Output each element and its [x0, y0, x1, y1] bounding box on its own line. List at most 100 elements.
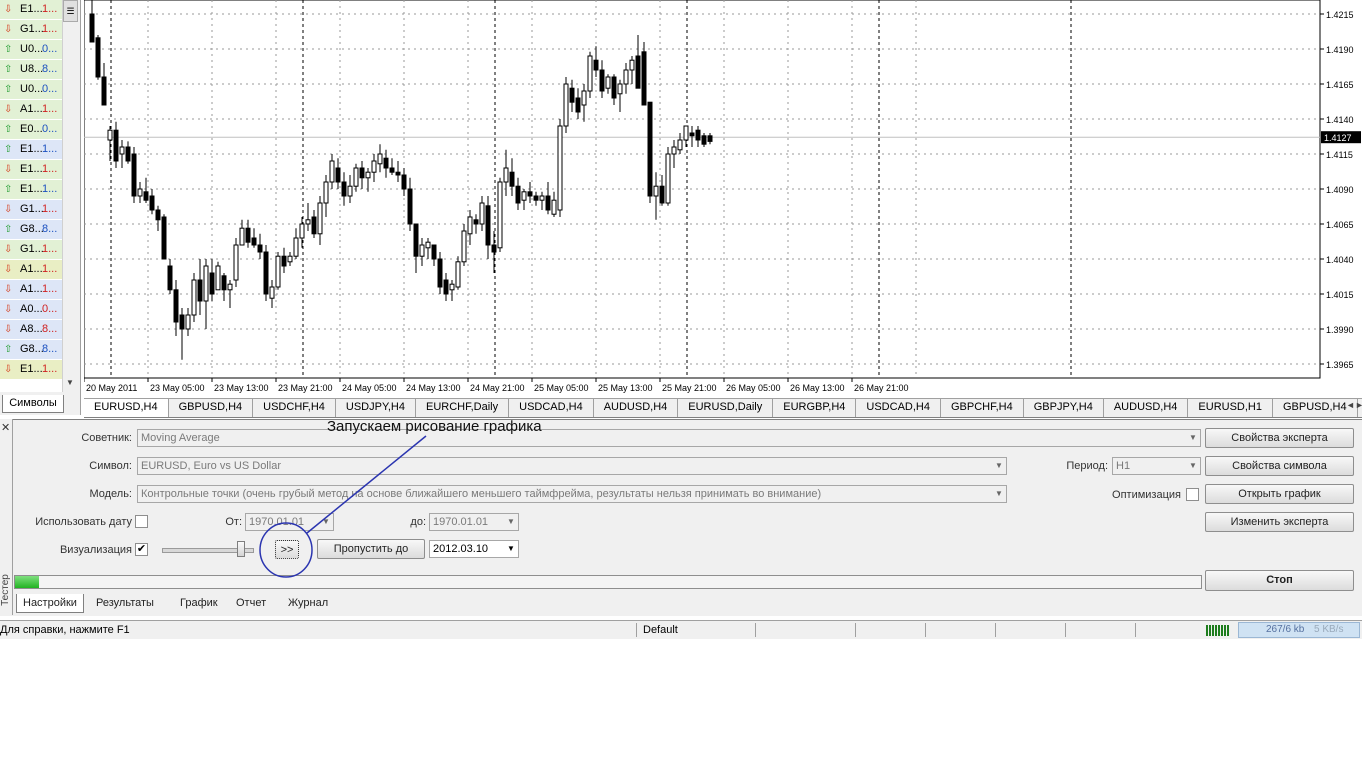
to-date-field[interactable]: 1970.01.01 ▼ — [429, 513, 519, 531]
visualization-label: Визуализация — [59, 544, 132, 556]
modify-expert-button[interactable]: Изменить эксперта — [1205, 512, 1354, 532]
arrow-down-icon: ⇩ — [4, 244, 13, 255]
symbol-name: G1... — [20, 23, 44, 35]
chart-tabs-bar: EURUSD,H4 GBPUSD,H4 USDCHF,H4 USDJPY,H4 EURC… — [84, 398, 1362, 418]
period-select[interactable]: H1 ▼ — [1112, 457, 1201, 475]
market-watch-row[interactable]: ⇩ E1... 1... — [0, 160, 62, 180]
to-value: 1970.01.01 — [433, 516, 489, 528]
market-watch-row[interactable]: ⇧ U0... 0... — [0, 80, 62, 100]
arrow-down-icon: ⇩ — [4, 4, 13, 15]
scroll-down-icon[interactable]: ▼ — [66, 378, 74, 387]
market-watch-row[interactable]: ⇩ E1... 1... — [0, 0, 62, 20]
scroll-thumb[interactable]: ☰ — [63, 0, 78, 22]
market-watch-row[interactable]: ⇩ G1... 1... — [0, 200, 62, 220]
candle-body — [551, 199, 557, 215]
optimization-label: Оптимизация — [1112, 489, 1181, 501]
candle-body — [263, 251, 269, 295]
tester-tab[interactable]: График — [174, 594, 224, 612]
candle-body — [497, 181, 503, 249]
candle-body — [131, 153, 137, 197]
market-watch-row[interactable]: ⇧ G8... 8... — [0, 340, 62, 360]
chart-tab[interactable]: USDCAD,H4 — [856, 399, 941, 417]
tester-tab[interactable]: Журнал — [282, 594, 334, 612]
tabs-scroll-left-icon[interactable]: ◄ — [1346, 400, 1355, 410]
candle-body — [155, 209, 161, 221]
candle-body — [503, 167, 509, 183]
symbol-properties-button[interactable]: Свойства символа — [1205, 456, 1354, 476]
market-watch-scrollbar[interactable]: ☰ ▼ — [62, 0, 79, 392]
chart-tab[interactable]: AUDUSD,H4 — [1104, 399, 1189, 417]
chart-tab[interactable]: GBPUSD,H4 — [169, 399, 254, 417]
chart-tab[interactable]: EURUSD,H1 — [1188, 399, 1273, 417]
tabs-scroll-right-icon[interactable]: ► — [1355, 400, 1364, 410]
arrow-down-icon: ⇩ — [4, 284, 13, 295]
market-watch-row[interactable]: ⇧ U8... 8... — [0, 60, 62, 80]
market-watch-row[interactable]: ⇩ A1... 1... — [0, 280, 62, 300]
status-divider — [755, 623, 756, 637]
market-watch-row[interactable]: ⇩ A8... 8... — [0, 320, 62, 340]
time-label: 26 May 05:00 — [726, 383, 781, 393]
candle-body — [317, 202, 323, 235]
close-icon[interactable]: ✕ — [1, 421, 10, 434]
market-watch-row[interactable]: ⇧ E1... 1... — [0, 140, 62, 160]
candle-body — [353, 167, 359, 187]
tester-tab[interactable]: Настройки — [16, 594, 84, 613]
price-label: 1.4165 — [1326, 80, 1354, 90]
tester-tab[interactable]: Отчет — [230, 594, 272, 612]
symbol-bid: 1... — [42, 283, 58, 295]
candle-body — [113, 129, 119, 162]
market-watch-list: ⇩ E1... 1... ⇩ G1... 1... ⇧ U0... 0... ⇧ U8... 8...… — [0, 0, 62, 392]
expert-properties-button[interactable]: Свойства эксперта — [1205, 428, 1354, 448]
candle-body — [203, 265, 209, 302]
chart-tab[interactable]: EURUSD,H4 — [84, 399, 169, 417]
chart-tab[interactable]: USDCHF,H4 — [253, 399, 336, 417]
candle-body — [629, 59, 635, 71]
chart-tab[interactable]: USDCAD,H4 — [509, 399, 594, 417]
annotation-arrow-line — [306, 435, 427, 534]
candle-body — [221, 275, 227, 291]
open-chart-button[interactable]: Открыть график — [1205, 484, 1354, 504]
skip-date-field[interactable]: 2012.03.10 ▼ — [429, 540, 519, 558]
arrow-up-icon: ⇧ — [4, 124, 13, 135]
market-watch-row[interactable]: ⇩ A1... 1... — [0, 260, 62, 280]
chart-tab[interactable]: GBPJPY,H4 — [1024, 399, 1104, 417]
tab-symbols[interactable]: Символы — [2, 395, 64, 413]
market-watch-row[interactable]: ⇧ E0... 0... — [0, 120, 62, 140]
candle-body — [119, 146, 125, 155]
market-watch-row[interactable]: ⇩ A0... 0... — [0, 300, 62, 320]
price-chart[interactable]: 1.4215 1.4190 1.4165 1.4140 1.4115 1.4090 1.40… — [84, 0, 1362, 396]
symbol-bid: 1... — [42, 103, 58, 115]
chart-tab[interactable]: EURUSD,Daily — [678, 399, 774, 417]
market-watch-row[interactable]: ⇩ E1... 1... — [0, 360, 62, 380]
market-watch-row[interactable]: ⇩ A1... 1... — [0, 100, 62, 120]
market-watch-row[interactable]: ⇧ G8... 8... — [0, 220, 62, 240]
candle-body — [341, 181, 347, 197]
chart-tab[interactable]: USDJPY,H4 — [336, 399, 416, 417]
visualization-checkbox[interactable]: ✔ — [135, 543, 148, 556]
market-watch-row[interactable]: ⇧ E1... 1... — [0, 180, 62, 200]
candle-body — [599, 69, 605, 92]
candle-body — [461, 230, 467, 263]
chart-tab[interactable]: GBPUSD,H4 — [1273, 399, 1358, 417]
speed-slider-thumb[interactable] — [237, 541, 245, 557]
time-label: 20 May 2011 — [86, 383, 137, 393]
skip-date-value: 2012.03.10 — [433, 543, 489, 555]
candle-body — [593, 59, 599, 71]
stop-button[interactable]: Стоп — [1205, 570, 1354, 591]
market-watch-row[interactable]: ⇧ U0... 0... — [0, 40, 62, 60]
candle-body — [335, 167, 341, 183]
optimization-checkbox[interactable] — [1186, 488, 1199, 501]
symbol-bid: 8... — [42, 223, 58, 235]
symbol-bid: 1... — [42, 363, 58, 375]
chart-tab[interactable]: AUDUSD,H4 — [594, 399, 679, 417]
market-watch-row[interactable]: ⇩ G1... 1... — [0, 240, 62, 260]
use-date-checkbox[interactable] — [135, 515, 148, 528]
chart-tab[interactable]: EURGBP,H4 — [773, 399, 857, 417]
tester-tab[interactable]: Результаты — [90, 594, 160, 612]
market-watch-row[interactable]: ⇩ G1... 1... — [0, 20, 62, 40]
candle-body — [569, 87, 575, 103]
chart-tab[interactable]: EURCHF,Daily — [416, 399, 510, 417]
chart-tab[interactable]: GBPCHF,H4 — [941, 399, 1024, 417]
arrow-up-icon: ⇧ — [4, 224, 13, 235]
candle-body — [329, 160, 335, 183]
